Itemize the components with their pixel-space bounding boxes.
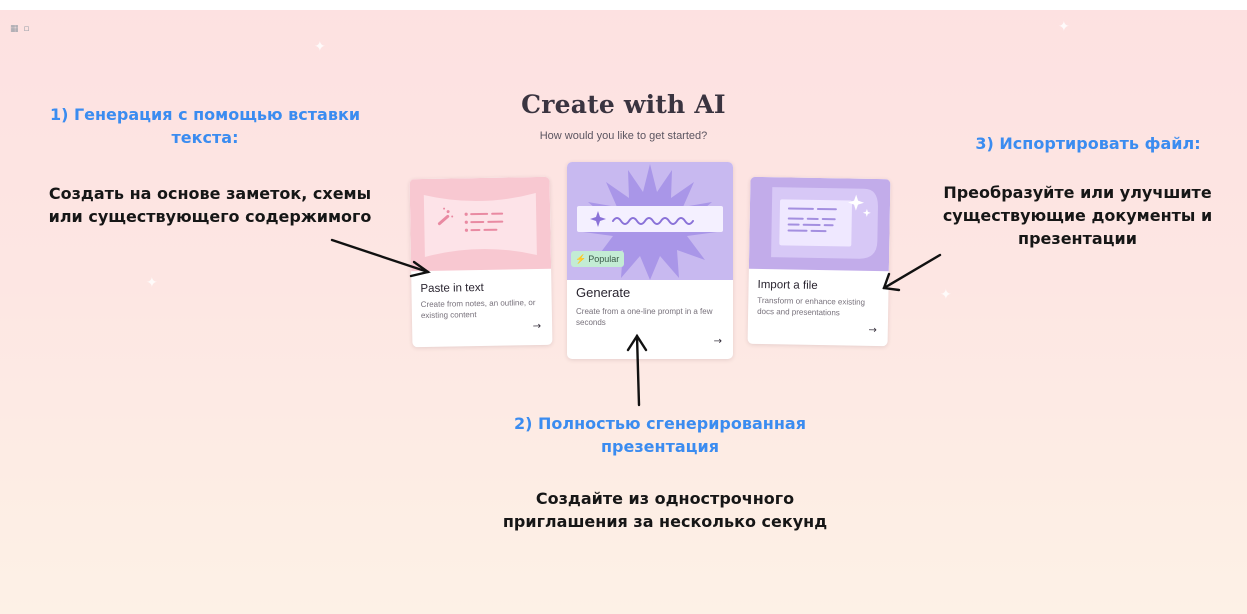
import-file-card[interactable]: Import a file Transform or enhance exist… <box>747 176 891 347</box>
import-annotation-arrow-icon <box>882 253 942 292</box>
popular-badge-label: Popular <box>588 254 620 264</box>
paste-annotation-heading: 1) Генерация с помощью вставки текста: <box>49 105 361 147</box>
sparkle-decoration-icon: ✦ <box>1058 19 1070 35</box>
import-card-description: Transform or enhance existing docs and p… <box>757 295 866 318</box>
paste-card-title: Paste in text <box>420 281 484 296</box>
generate-card-description: Create from a one-line prompt in a few s… <box>576 307 713 327</box>
bolt-icon: ⚡ <box>575 254 587 264</box>
generate-annotation-heading: 2) Полностью сгенерированная презентация <box>514 414 806 456</box>
generate-card-arrow-icon: → <box>713 336 722 347</box>
import-card-illustration <box>748 176 891 272</box>
generate-card[interactable]: ⚡ Popular Generate Create from a one-line… <box>567 162 733 359</box>
import-card-title: Import a file <box>757 278 818 292</box>
top-bar <box>0 0 1247 10</box>
window-control-icon[interactable]: ▦ ▫ <box>10 24 30 34</box>
popular-badge: ⚡ Popular <box>571 251 625 267</box>
paste-card-illustration <box>409 176 552 272</box>
sparkle-decoration-icon: ✦ <box>314 39 326 55</box>
paste-card-description: Create from notes, an outline, or existi… <box>420 298 536 321</box>
sparkle-decoration-icon: ✦ <box>146 275 158 291</box>
paste-annotation-text: Создать на основе заметок, схемы или сущ… <box>48 184 372 226</box>
paste-card-arrow-icon: → <box>532 320 542 333</box>
import-card-arrow-icon: → <box>868 324 877 337</box>
import-annotation-text: Преобразуйте или улучшите существующие д… <box>942 183 1213 248</box>
generate-card-title: Generate <box>576 285 631 300</box>
sparkle-decoration-icon: ✦ <box>940 287 952 303</box>
import-annotation-heading: 3) Испортировать файл: <box>975 134 1201 153</box>
paste-in-text-card[interactable]: Paste in text Create from notes, an outl… <box>409 176 553 348</box>
generate-annotation-text: Создайте из однострочного приглашения за… <box>502 489 828 531</box>
